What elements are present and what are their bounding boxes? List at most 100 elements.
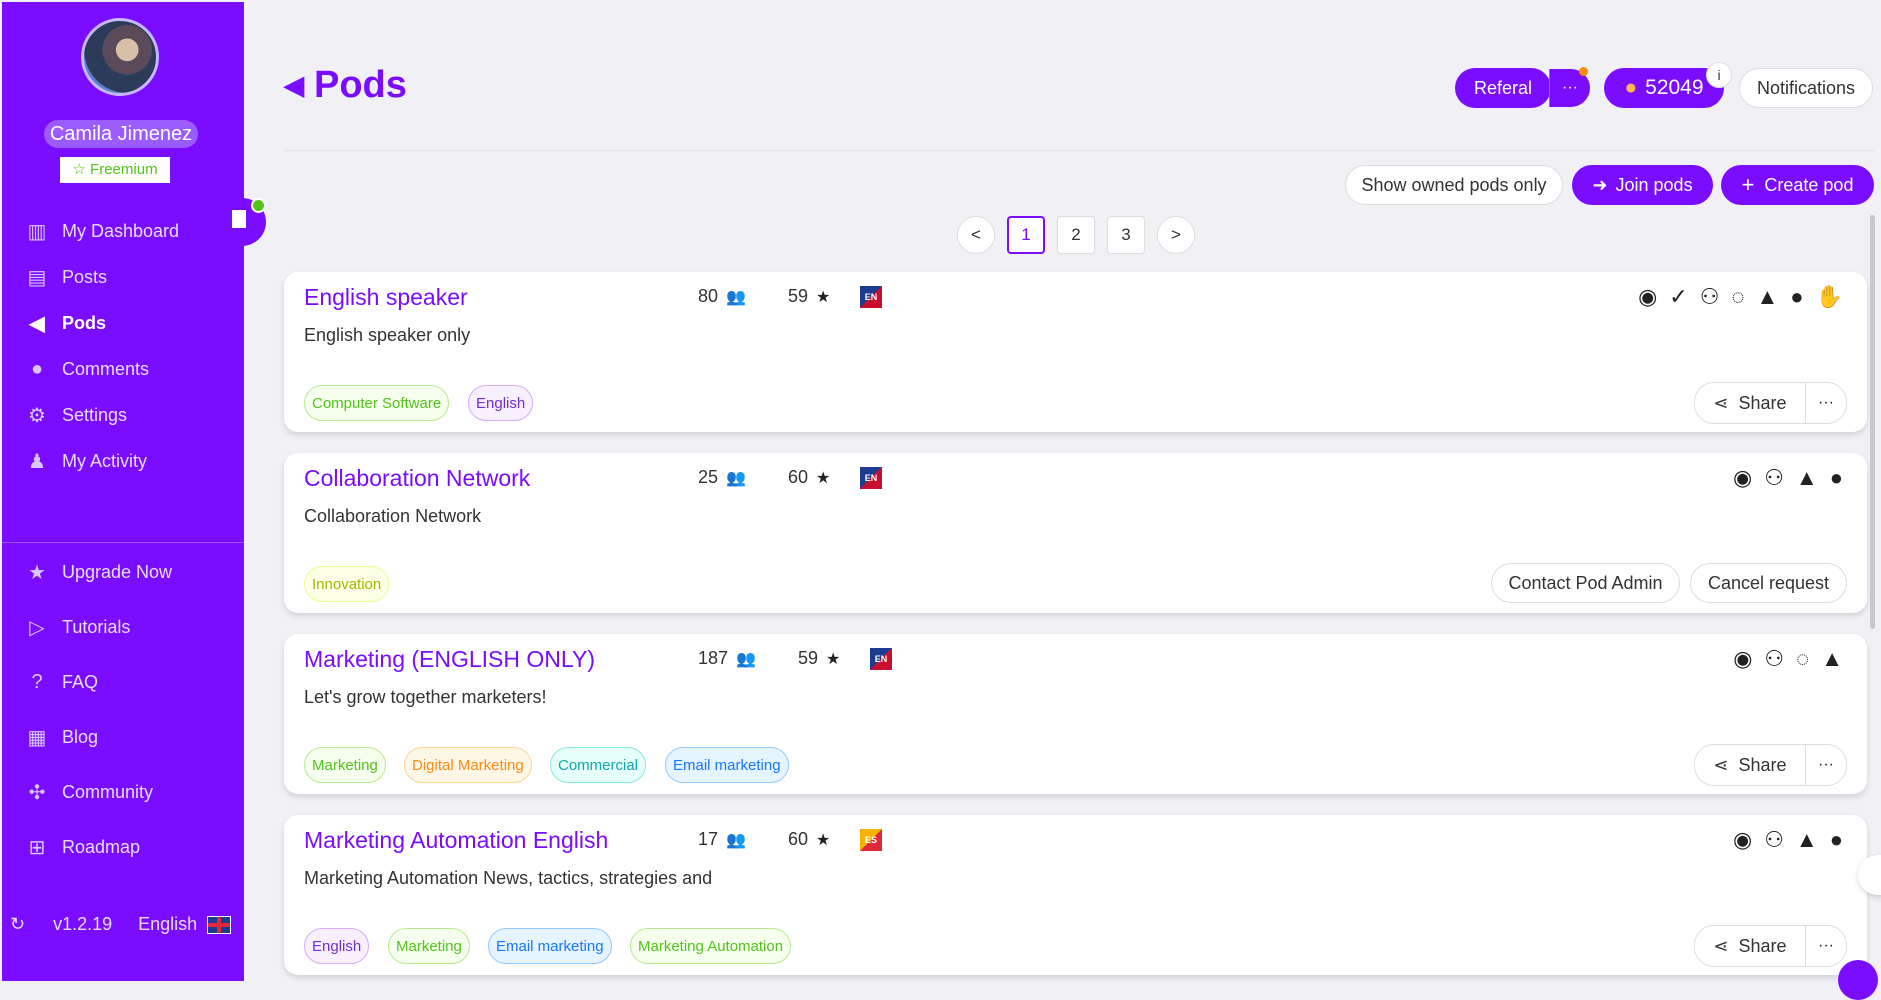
plus-icon: +: [1741, 172, 1755, 197]
pod-action-icons: ◉ ✓ ⚇ ◌ ▲ ● ✋: [1638, 284, 1843, 310]
star-icon: ★: [816, 469, 831, 487]
sign-in-icon: ➜: [1592, 174, 1608, 195]
sidebar-item-label: Pods: [62, 312, 107, 333]
scrollbar[interactable]: [1870, 215, 1875, 629]
pod-tag[interactable]: Digital Marketing: [404, 747, 532, 783]
pod-tag[interactable]: Marketing Automation: [630, 928, 792, 964]
share-group: ⋖ Share ···: [1694, 744, 1847, 786]
eye-icon[interactable]: ◉: [1733, 465, 1752, 491]
more-options-button[interactable]: ···: [1805, 745, 1846, 785]
sidebar-item-my-activity[interactable]: ♟ My Activity: [2, 441, 244, 481]
sidebar-collapse-toggle[interactable]: [226, 198, 266, 246]
clap-icon[interactable]: ✋: [1816, 284, 1843, 310]
rating-value: 60: [788, 467, 809, 487]
share-button[interactable]: ⋖ Share: [1695, 383, 1805, 423]
share-button[interactable]: ⋖ Share: [1695, 926, 1805, 966]
pod-tag[interactable]: Marketing: [304, 747, 386, 783]
pod-tag[interactable]: Commercial: [550, 747, 647, 783]
bar-chart-icon: ▥: [27, 220, 47, 243]
pod-title[interactable]: English speaker: [304, 284, 468, 311]
pagination-page-2[interactable]: 2: [1057, 216, 1095, 254]
language-flag-icon: EN: [870, 648, 892, 670]
comment-dots-icon[interactable]: ◌: [1796, 646, 1809, 672]
eye-icon[interactable]: ◉: [1733, 827, 1752, 853]
pod-action-icons: ◉ ⚇ ▲ ●: [1733, 827, 1843, 853]
pod-tag[interactable]: Email marketing: [488, 928, 612, 964]
pod-members: 187 👥: [698, 648, 756, 669]
avatar[interactable]: [81, 18, 159, 96]
info-icon[interactable]: i: [1706, 62, 1732, 88]
user-check-icon[interactable]: ⚇: [1764, 465, 1784, 491]
cancel-request-button[interactable]: Cancel request: [1690, 563, 1847, 603]
user-check-icon[interactable]: ⚇: [1764, 827, 1784, 853]
members-count: 187: [698, 648, 729, 668]
pod-tag[interactable]: Email marketing: [665, 747, 789, 783]
create-pod-button[interactable]: + Create pod: [1721, 165, 1874, 205]
pod-tag[interactable]: English: [304, 928, 370, 964]
pod-tag[interactable]: English: [468, 385, 534, 421]
users-icon: 👥: [736, 650, 756, 668]
join-pods-button[interactable]: ➜ Join pods: [1572, 165, 1713, 205]
referal-button[interactable]: Referal: [1455, 68, 1551, 108]
thumbs-up-icon[interactable]: ▲: [1757, 284, 1779, 310]
users-icon: 👥: [726, 288, 746, 306]
pod-card: Marketing (ENGLISH ONLY) Let's grow toge…: [284, 634, 1867, 794]
contact-pod-admin-button[interactable]: Contact Pod Admin: [1491, 563, 1680, 603]
share-group: ⋖ Share ···: [1694, 382, 1847, 424]
comment-icon[interactable]: ●: [1790, 284, 1803, 310]
user-name[interactable]: Camila Jimenez: [44, 120, 198, 148]
sidebar-item-roadmap[interactable]: ⊞ Roadmap: [2, 827, 244, 867]
sidebar-item-tutorials[interactable]: ▷ Tutorials: [2, 607, 244, 647]
thumbs-up-icon[interactable]: ▲: [1796, 827, 1818, 853]
share-label: Share: [1738, 754, 1787, 775]
sidebar-item-label: Blog: [62, 726, 99, 747]
plan-badge: ☆ Freemium: [60, 157, 170, 183]
more-options-button[interactable]: ···: [1805, 926, 1846, 966]
pod-rating: 60 ★: [788, 467, 830, 488]
pod-title[interactable]: Marketing (ENGLISH ONLY): [304, 646, 595, 673]
pod-members: 80 👥: [698, 286, 746, 307]
uk-flag-icon: [207, 915, 232, 934]
sidebar-item-posts[interactable]: ▤ Posts: [2, 257, 244, 297]
pod-tag[interactable]: Innovation: [304, 566, 390, 602]
eye-icon[interactable]: ◉: [1733, 646, 1752, 672]
sidebar-item-my-dashboard[interactable]: ▥ My Dashboard: [2, 211, 244, 251]
sidebar-item-comments[interactable]: ● Comments: [2, 349, 244, 389]
pod-title[interactable]: Collaboration Network: [304, 465, 530, 492]
pagination-next[interactable]: >: [1157, 216, 1195, 254]
sidebar-item-pods[interactable]: ◀ Pods: [2, 303, 244, 343]
pod-tag[interactable]: Computer Software: [304, 385, 450, 421]
refresh-icon[interactable]: ↻: [10, 914, 25, 935]
check-icon[interactable]: ✓: [1669, 284, 1687, 310]
sidebar-item-label: Settings: [62, 404, 128, 425]
sidebar-item-blog[interactable]: ▦ Blog: [2, 717, 244, 757]
sidebar-item-upgrade-now[interactable]: ★ Upgrade Now: [2, 552, 244, 592]
user-check-icon[interactable]: ⚇: [1700, 284, 1720, 310]
sidebar-item-label: My Dashboard: [62, 220, 180, 241]
sidebar-item-settings[interactable]: ⚙ Settings: [2, 395, 244, 435]
pagination-page-1[interactable]: 1: [1007, 216, 1045, 254]
page-title: ◀ Pods: [284, 64, 407, 107]
comment-icon[interactable]: ●: [1830, 465, 1843, 491]
language-selector[interactable]: English: [138, 914, 232, 935]
page-title-text: Pods: [314, 64, 407, 106]
chat-bubble-icon[interactable]: [1838, 960, 1878, 1000]
comment-icon[interactable]: ●: [1830, 827, 1843, 853]
sidebar-item-community[interactable]: ✣ Community: [2, 772, 244, 812]
comment-dots-icon[interactable]: ◌: [1731, 284, 1744, 310]
sidebar-item-faq[interactable]: ? FAQ: [2, 662, 244, 702]
show-owned-pods-toggle[interactable]: Show owned pods only: [1345, 165, 1563, 205]
share-button[interactable]: ⋖ Share: [1695, 745, 1805, 785]
notification-dot: [1579, 67, 1588, 76]
pod-title[interactable]: Marketing Automation English: [304, 827, 608, 854]
more-options-button[interactable]: ···: [1805, 383, 1846, 423]
thumbs-up-icon[interactable]: ▲: [1796, 465, 1818, 491]
pagination-page-3[interactable]: 3: [1107, 216, 1145, 254]
notifications-button[interactable]: Notifications: [1739, 68, 1873, 108]
thumbs-up-icon[interactable]: ▲: [1821, 646, 1843, 672]
pod-tag[interactable]: Marketing: [388, 928, 470, 964]
pod-rating: 60 ★: [788, 829, 830, 850]
eye-icon[interactable]: ◉: [1638, 284, 1657, 310]
user-lock-icon[interactable]: ⚇: [1764, 646, 1784, 672]
pagination-prev[interactable]: <: [957, 216, 995, 254]
